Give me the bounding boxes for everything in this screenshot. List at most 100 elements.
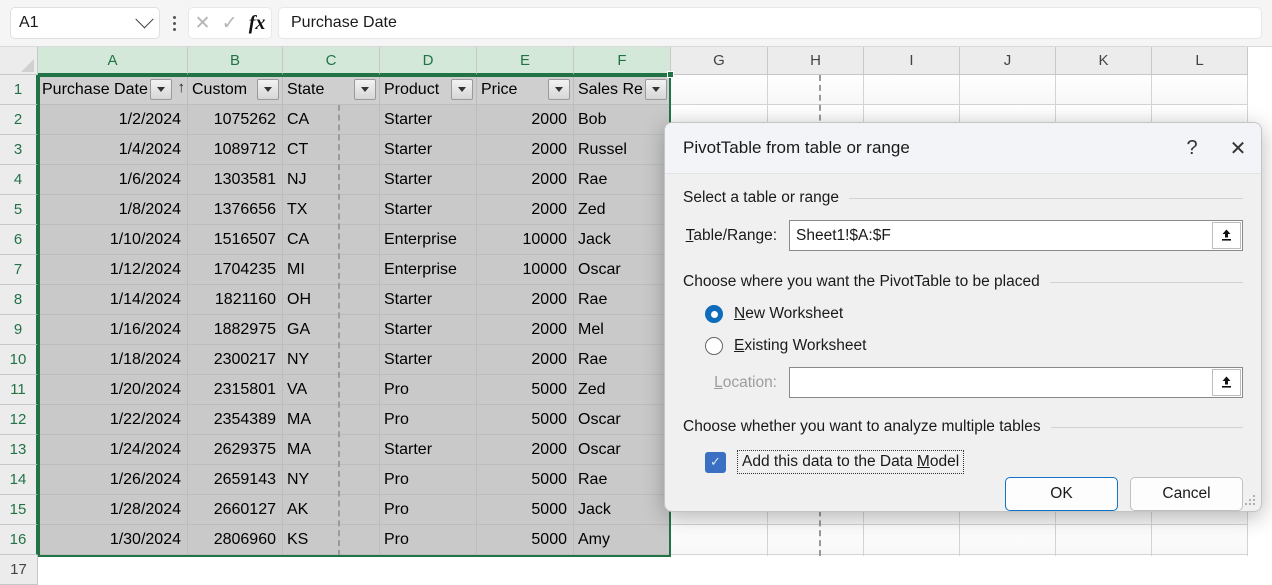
column-header-g[interactable]: G: [671, 47, 768, 75]
cell-r4-c5[interactable]: Rae: [574, 165, 671, 195]
cell-r16-c4[interactable]: 5000: [477, 525, 574, 555]
row-header-5[interactable]: 5: [0, 195, 38, 225]
cell-r8-c5[interactable]: Rae: [574, 285, 671, 315]
cancel-icon[interactable]: ✕: [195, 14, 211, 33]
confirm-icon[interactable]: ✓: [222, 14, 238, 33]
cell-r11-c3[interactable]: Pro: [380, 375, 477, 405]
row-header-10[interactable]: 10: [0, 345, 38, 375]
cell-r8-c2[interactable]: OH: [283, 285, 380, 315]
column-header-e[interactable]: E: [477, 47, 574, 75]
cell-r16-c3[interactable]: Pro: [380, 525, 477, 555]
cell-r10-c2[interactable]: NY: [283, 345, 380, 375]
cell-r9-c4[interactable]: 2000: [477, 315, 574, 345]
cell-r13-c1[interactable]: 2629375: [188, 435, 283, 465]
cell-r7-c4[interactable]: 10000: [477, 255, 574, 285]
column-header-c[interactable]: C: [283, 47, 380, 75]
pivottable-dialog[interactable]: PivotTable from table or range ? ✕ Selec…: [664, 122, 1262, 512]
filter-dropdown-icon[interactable]: [354, 79, 376, 100]
cell-r7-c0[interactable]: 1/12/2024: [38, 255, 188, 285]
cell-r3-c4[interactable]: 2000: [477, 135, 574, 165]
cell-r13-c5[interactable]: Oscar: [574, 435, 671, 465]
cell-r9-c5[interactable]: Mel: [574, 315, 671, 345]
cell-r3-c2[interactable]: CT: [283, 135, 380, 165]
row-header-9[interactable]: 9: [0, 315, 38, 345]
column-header-f[interactable]: F: [574, 47, 671, 75]
cell-r7-c5[interactable]: Oscar: [574, 255, 671, 285]
cell-r14-c0[interactable]: 1/26/2024: [38, 465, 188, 495]
cell-r6-c3[interactable]: Enterprise: [380, 225, 477, 255]
cell-r5-c0[interactable]: 1/8/2024: [38, 195, 188, 225]
cell-empty[interactable]: [864, 75, 960, 105]
table-range-input-wrap[interactable]: [789, 220, 1243, 251]
dialog-resize-grip[interactable]: [1245, 495, 1257, 507]
cell-empty[interactable]: [671, 525, 768, 555]
cell-empty[interactable]: [864, 525, 960, 555]
add-to-data-model-row[interactable]: ✓ Add this data to the Data Model: [683, 450, 1243, 474]
row-header-11[interactable]: 11: [0, 375, 38, 405]
cell-r11-c0[interactable]: 1/20/2024: [38, 375, 188, 405]
cell-r15-c1[interactable]: 2660127: [188, 495, 283, 525]
cell-r4-c2[interactable]: NJ: [283, 165, 380, 195]
cell-r8-c0[interactable]: 1/14/2024: [38, 285, 188, 315]
column-header-h[interactable]: H: [768, 47, 864, 75]
cell-r11-c2[interactable]: VA: [283, 375, 380, 405]
cell-r12-c4[interactable]: 5000: [477, 405, 574, 435]
cell-r12-c0[interactable]: 1/22/2024: [38, 405, 188, 435]
row-header-7[interactable]: 7: [0, 255, 38, 285]
cell-r12-c5[interactable]: Oscar: [574, 405, 671, 435]
cell-r14-c5[interactable]: Rae: [574, 465, 671, 495]
cell-empty[interactable]: [960, 75, 1056, 105]
row-header-13[interactable]: 13: [0, 435, 38, 465]
cell-empty[interactable]: [1152, 75, 1248, 105]
cell-r12-c3[interactable]: Pro: [380, 405, 477, 435]
formula-input[interactable]: Purchase Date: [278, 7, 1262, 39]
cell-r12-c1[interactable]: 2354389: [188, 405, 283, 435]
cell-r2-c2[interactable]: CA: [283, 105, 380, 135]
ok-button[interactable]: OK: [1005, 477, 1118, 511]
cell-r16-c2[interactable]: KS: [283, 525, 380, 555]
cell-r8-c1[interactable]: 1821160: [188, 285, 283, 315]
table-header-cell-0[interactable]: Purchase Date↑: [38, 75, 188, 105]
cell-r9-c3[interactable]: Starter: [380, 315, 477, 345]
row-header-2[interactable]: 2: [0, 105, 38, 135]
column-header-l[interactable]: L: [1152, 47, 1248, 75]
cell-empty[interactable]: [768, 525, 864, 555]
cell-r7-c3[interactable]: Enterprise: [380, 255, 477, 285]
cell-r10-c4[interactable]: 2000: [477, 345, 574, 375]
location-input-wrap[interactable]: [789, 367, 1243, 398]
cell-r5-c4[interactable]: 2000: [477, 195, 574, 225]
table-header-cell-3[interactable]: Product: [380, 75, 477, 105]
column-header-d[interactable]: D: [380, 47, 477, 75]
cell-empty[interactable]: [768, 75, 864, 105]
cell-r11-c4[interactable]: 5000: [477, 375, 574, 405]
cell-r6-c5[interactable]: Jack: [574, 225, 671, 255]
cell-r10-c5[interactable]: Rae: [574, 345, 671, 375]
cell-r9-c2[interactable]: GA: [283, 315, 380, 345]
cell-r6-c1[interactable]: 1516507: [188, 225, 283, 255]
cell-empty[interactable]: [1152, 525, 1248, 555]
radio-existing-worksheet[interactable]: Existing Worksheet: [683, 337, 1243, 355]
cell-r16-c5[interactable]: Amy: [574, 525, 671, 555]
column-header-i[interactable]: I: [864, 47, 960, 75]
collapse-dialog-icon[interactable]: [1212, 369, 1241, 396]
filter-dropdown-icon[interactable]: [257, 79, 279, 100]
cell-r3-c5[interactable]: Russel: [574, 135, 671, 165]
cell-r4-c3[interactable]: Starter: [380, 165, 477, 195]
cell-empty[interactable]: [960, 525, 1056, 555]
cell-r15-c4[interactable]: 5000: [477, 495, 574, 525]
help-icon[interactable]: ?: [1169, 123, 1215, 173]
table-header-cell-4[interactable]: Price: [477, 75, 574, 105]
cell-r11-c1[interactable]: 2315801: [188, 375, 283, 405]
cell-r16-c1[interactable]: 2806960: [188, 525, 283, 555]
row-header-17[interactable]: 17: [0, 555, 38, 585]
cell-r15-c5[interactable]: Jack: [574, 495, 671, 525]
cell-r10-c1[interactable]: 2300217: [188, 345, 283, 375]
cell-r13-c4[interactable]: 2000: [477, 435, 574, 465]
filter-dropdown-icon[interactable]: [645, 79, 667, 100]
cell-r11-c5[interactable]: Zed: [574, 375, 671, 405]
cell-r15-c2[interactable]: AK: [283, 495, 380, 525]
cell-r15-c0[interactable]: 1/28/2024: [38, 495, 188, 525]
row-header-16[interactable]: 16: [0, 525, 38, 555]
cell-r14-c4[interactable]: 5000: [477, 465, 574, 495]
cell-r10-c3[interactable]: Starter: [380, 345, 477, 375]
